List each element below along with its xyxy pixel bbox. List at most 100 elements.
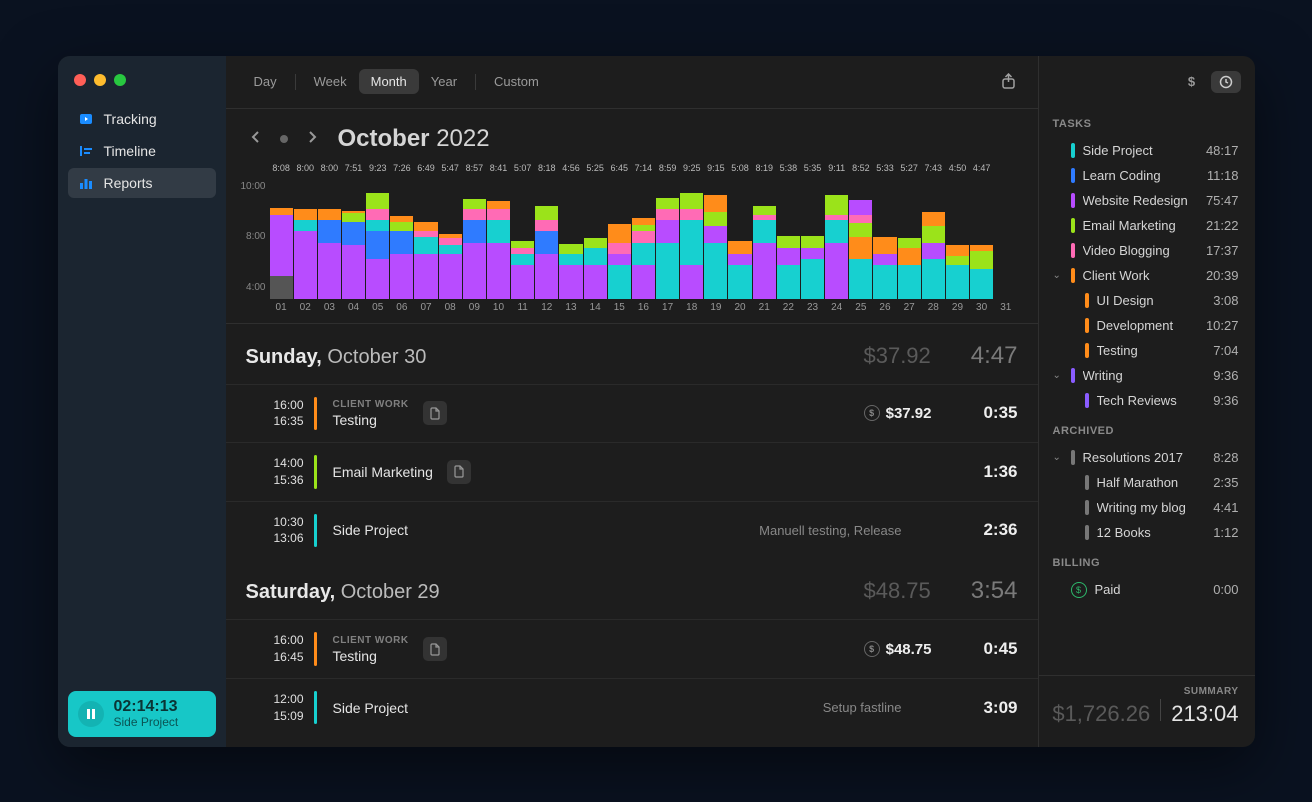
time-entry[interactable]: 12:0015:09Side ProjectSetup fastline3:09 <box>226 678 1038 737</box>
task-color-swatch <box>1071 193 1075 208</box>
sidebar-item-tracking[interactable]: Tracking <box>68 104 216 134</box>
task-row-development[interactable]: Development10:27 <box>1053 313 1239 338</box>
task-row-ui-design[interactable]: UI Design3:08 <box>1053 288 1239 313</box>
pause-icon[interactable] <box>78 701 104 727</box>
task-name: Testing <box>1097 343 1206 358</box>
chart-bar-11[interactable]: 5:0711 <box>511 163 534 313</box>
task-row-email-marketing[interactable]: Email Marketing21:22 <box>1053 213 1239 238</box>
task-duration: 9:36 <box>1213 368 1238 383</box>
period-title: October 2022 <box>338 125 490 153</box>
task-duration: 8:28 <box>1213 450 1238 465</box>
task-color-swatch <box>1085 525 1089 540</box>
summary-label: SUMMARY <box>1184 686 1239 697</box>
timeline-icon <box>78 143 94 159</box>
chart-bar-04[interactable]: 7:5104 <box>342 163 365 313</box>
note-icon[interactable] <box>423 401 447 425</box>
task-name: Client Work <box>1083 268 1198 283</box>
segment-custom[interactable]: Custom <box>482 69 551 94</box>
task-row-12-books[interactable]: 12 Books1:12 <box>1053 520 1239 545</box>
segment-month[interactable]: Month <box>359 69 419 94</box>
chart-bar-26[interactable]: 5:3326 <box>873 163 896 313</box>
task-row-half-marathon[interactable]: Half Marathon2:35 <box>1053 470 1239 495</box>
task-row-video-blogging[interactable]: Video Blogging17:37 <box>1053 238 1239 263</box>
minimize-window-button[interactable] <box>94 74 106 86</box>
task-row-side-project[interactable]: Side Project48:17 <box>1053 138 1239 163</box>
task-row-learn-coding[interactable]: Learn Coding11:18 <box>1053 163 1239 188</box>
chart-bar-07[interactable]: 6:4907 <box>414 163 437 313</box>
chart-bar-19[interactable]: 9:1519 <box>704 163 727 313</box>
chart-bar-03[interactable]: 8:0003 <box>318 163 341 313</box>
segment-day[interactable]: Day <box>242 69 289 94</box>
chart-bar-27[interactable]: 5:2727 <box>898 163 921 313</box>
time-entry[interactable]: 16:0016:35CLIENT WORKTesting$$37.920:35 <box>226 384 1038 443</box>
summary-money: $1,726.26 <box>1052 701 1150 727</box>
task-row-website-redesign[interactable]: Website Redesign75:47 <box>1053 188 1239 213</box>
chevron-down-icon[interactable]: ⌄ <box>1053 452 1063 463</box>
share-icon[interactable] <box>996 69 1022 95</box>
task-color-swatch <box>1085 293 1089 308</box>
chart-bar-25[interactable]: 8:5225 <box>849 163 872 313</box>
chart-bar-22[interactable]: 5:3822 <box>777 163 800 313</box>
chevron-down-icon[interactable]: ⌄ <box>1053 370 1063 381</box>
entry-color-bar <box>314 632 317 666</box>
chart-bar-14[interactable]: 5:2514 <box>584 163 607 313</box>
day-money: $37.92 <box>863 343 930 369</box>
running-timer[interactable]: 02:14:13 Side Project <box>68 691 216 737</box>
chart-bar-28[interactable]: 7:4328 <box>922 163 945 313</box>
segment-year[interactable]: Year <box>419 69 469 94</box>
task-row-testing[interactable]: Testing7:04 <box>1053 338 1239 363</box>
task-row-resolutions-2017[interactable]: ⌄Resolutions 20178:28 <box>1053 445 1239 470</box>
chart-bar-06[interactable]: 7:2606 <box>390 163 413 313</box>
summary-footer: SUMMARY $1,726.26 213:04 <box>1039 675 1255 737</box>
chevron-down-icon[interactable]: ⌄ <box>1053 270 1063 281</box>
next-period-button[interactable] <box>304 128 322 149</box>
close-window-button[interactable] <box>74 74 86 86</box>
chart-bar-30[interactable]: 4:4730 <box>970 163 993 313</box>
chart-bar-15[interactable]: 6:4515 <box>608 163 631 313</box>
task-duration: 0:00 <box>1213 582 1238 597</box>
entry-times: 16:0016:45 <box>246 632 304 666</box>
sidebar-item-reports[interactable]: Reports <box>68 168 216 198</box>
chart-bar-08[interactable]: 5:4708 <box>439 163 462 313</box>
task-name: Email Marketing <box>1083 218 1198 233</box>
task-row-paid[interactable]: $Paid0:00 <box>1053 577 1239 603</box>
chart-bar-05[interactable]: 9:2305 <box>366 163 389 313</box>
currency-toggle[interactable]: $ <box>1179 69 1205 95</box>
entry-color-bar <box>314 514 317 548</box>
task-row-writing-my-blog[interactable]: Writing my blog4:41 <box>1053 495 1239 520</box>
time-entry[interactable]: 16:0016:45CLIENT WORKTesting$$48.750:45 <box>226 619 1038 678</box>
note-icon[interactable] <box>447 460 471 484</box>
task-duration: 75:47 <box>1206 193 1239 208</box>
chart-bar-16[interactable]: 7:1416 <box>632 163 655 313</box>
task-row-tech-reviews[interactable]: Tech Reviews9:36 <box>1053 388 1239 413</box>
chart-bar-31[interactable]: 31 <box>994 163 1017 313</box>
chart-bar-02[interactable]: 8:0002 <box>294 163 317 313</box>
chart-bar-12[interactable]: 8:1812 <box>535 163 558 313</box>
task-row-client-work[interactable]: ⌄Client Work20:39 <box>1053 263 1239 288</box>
today-indicator[interactable] <box>280 135 288 143</box>
chart-bar-17[interactable]: 8:5917 <box>656 163 679 313</box>
chart-bar-20[interactable]: 5:0820 <box>728 163 751 313</box>
note-icon[interactable] <box>423 637 447 661</box>
chart-bar-10[interactable]: 8:4110 <box>487 163 510 313</box>
task-color-swatch <box>1085 393 1089 408</box>
maximize-window-button[interactable] <box>114 74 126 86</box>
task-row-writing[interactable]: ⌄Writing9:36 <box>1053 363 1239 388</box>
time-entry[interactable]: 14:0015:36Email Marketing1:36 <box>226 442 1038 501</box>
chart-bar-24[interactable]: 9:1124 <box>825 163 848 313</box>
chart-bar-29[interactable]: 4:5029 <box>946 163 969 313</box>
clock-toggle[interactable] <box>1211 71 1241 93</box>
chart-bar-01[interactable]: 8:0801 <box>270 163 293 313</box>
reports-icon <box>78 175 94 191</box>
chart-bar-18[interactable]: 9:2518 <box>680 163 703 313</box>
time-entry[interactable]: 10:3013:06Side ProjectManuell testing, R… <box>226 501 1038 560</box>
chart-bar-09[interactable]: 8:5709 <box>463 163 486 313</box>
chart-bar-23[interactable]: 5:3523 <box>801 163 824 313</box>
sidebar-item-timeline[interactable]: Timeline <box>68 136 216 166</box>
task-name: Half Marathon <box>1097 475 1206 490</box>
chart-bar-21[interactable]: 8:1921 <box>753 163 776 313</box>
segment-week[interactable]: Week <box>302 69 359 94</box>
entry-duration: 0:45 <box>968 639 1018 659</box>
chart-bar-13[interactable]: 4:5613 <box>559 163 582 313</box>
prev-period-button[interactable] <box>246 128 264 149</box>
